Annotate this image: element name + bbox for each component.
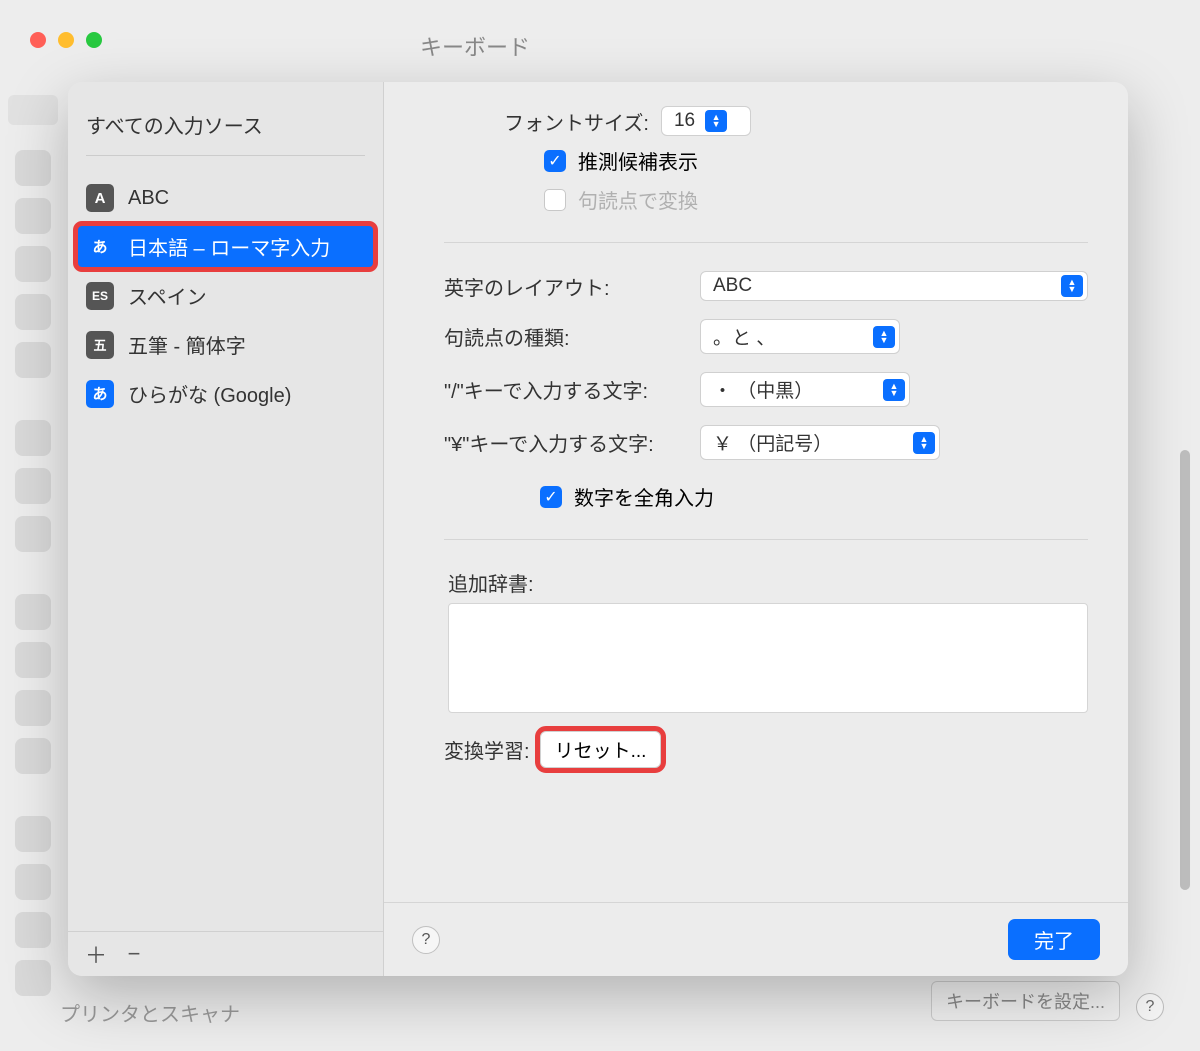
bg-search-field[interactable] [8, 95, 58, 125]
chevron-updown-icon: ▲▼ [705, 110, 727, 132]
separator [444, 242, 1088, 243]
fullwidth-num-row: ✓ 数字を全角入力 [540, 482, 1088, 511]
bg-keyboard-setup-button[interactable]: キーボードを設定... [931, 981, 1120, 1021]
close-window-icon[interactable] [30, 32, 46, 48]
remove-source-button[interactable]: − [118, 940, 150, 968]
predict-checkbox[interactable]: ✓ [544, 150, 566, 172]
source-icon-es: ES [86, 282, 114, 310]
bg-pref-icon[interactable] [15, 342, 51, 378]
source-item-spanish[interactable]: ES スペイン [76, 273, 375, 318]
slash-key-value: ・ （中黒） [713, 376, 873, 403]
source-item-hiragana-google[interactable]: あ ひらがな (Google) [76, 371, 375, 416]
font-size-select[interactable]: 16 ▲▼ [661, 106, 751, 136]
bg-prefs-sidebar [8, 150, 58, 996]
font-size-label: フォントサイズ: [504, 107, 649, 136]
bg-pref-icon[interactable] [15, 864, 51, 900]
source-icon-hiragana: あ [86, 233, 114, 261]
source-item-abc[interactable]: A ABC [76, 176, 375, 220]
source-label: 五筆 - 簡体字 [128, 330, 246, 359]
bg-pref-icon[interactable] [15, 198, 51, 234]
bg-pref-icon[interactable] [15, 420, 51, 456]
chevron-updown-icon: ▲▼ [913, 432, 935, 454]
bg-pref-icon[interactable] [15, 960, 51, 996]
predict-label: 推測候補表示 [578, 146, 698, 175]
window-title: キーボード [420, 30, 530, 62]
source-label: ひらがな (Google) [128, 379, 291, 408]
bg-sidebar-label[interactable]: プリンタとスキャナ [60, 998, 240, 1027]
punct-type-value: 。と 、 [713, 323, 863, 350]
bg-pref-icon[interactable] [15, 468, 51, 504]
additional-dict-box[interactable] [448, 603, 1088, 713]
bg-pref-icon[interactable] [15, 294, 51, 330]
additional-dict-section: 追加辞書: [444, 568, 1088, 713]
source-label: 日本語 – ローマ字入力 [128, 232, 330, 261]
fullwidth-num-checkbox[interactable]: ✓ [540, 486, 562, 508]
modal-footer: ? 完了 [384, 902, 1128, 976]
bg-help-button[interactable]: ? [1136, 993, 1164, 1021]
bg-pref-icon[interactable] [15, 690, 51, 726]
learn-label: 変換学習: [444, 735, 530, 764]
modal-main: フォントサイズ: 16 ▲▼ ✓ 推測候補表示 句読点で変換 英字のレイアウト:… [384, 82, 1128, 976]
source-icon-hiragana: あ [86, 380, 114, 408]
layout-settings-grid: 英字のレイアウト: ABC ▲▼ 句読点の種類: 。と 、 ▲▼ "/"キーで入… [444, 271, 1088, 460]
source-icon-wubi: 五 [86, 331, 114, 359]
input-source-list: A ABC あ 日本語 – ローマ字入力 ES スペイン 五 五筆 - 簡体字 … [68, 176, 383, 420]
punct-convert-row: 句読点で変換 [544, 185, 1088, 214]
punct-convert-checkbox [544, 189, 566, 211]
punct-type-label: 句読点の種類: [444, 322, 684, 351]
chevron-updown-icon: ▲▼ [873, 326, 895, 348]
scrollbar-thumb[interactable] [1180, 450, 1190, 890]
source-item-wubi[interactable]: 五 五筆 - 簡体字 [76, 322, 375, 367]
modal-sidebar: すべての入力ソース A ABC あ 日本語 – ローマ字入力 ES スペイン 五… [68, 82, 384, 976]
bg-pref-icon[interactable] [15, 642, 51, 678]
bg-pref-icon[interactable] [15, 816, 51, 852]
yen-key-select[interactable]: ￥ （円記号） ▲▼ [700, 425, 940, 460]
sidebar-footer: ＋ − [68, 931, 383, 976]
source-label: スペイン [128, 281, 207, 310]
punct-convert-label: 句読点で変換 [578, 185, 698, 214]
bg-pref-icon[interactable] [15, 516, 51, 552]
reset-learning-button[interactable]: リセット... [540, 731, 662, 768]
dict-label: 追加辞書: [448, 568, 1088, 597]
divider [86, 155, 365, 156]
bg-pref-icon[interactable] [15, 594, 51, 630]
yen-key-value: ￥ （円記号） [713, 429, 903, 456]
separator [444, 539, 1088, 540]
help-button[interactable]: ? [412, 926, 440, 954]
punct-type-select[interactable]: 。と 、 ▲▼ [700, 319, 900, 354]
source-item-japanese-romaji[interactable]: あ 日本語 – ローマ字入力 [76, 224, 375, 269]
font-size-value: 16 [674, 110, 695, 132]
traffic-lights [30, 32, 102, 48]
bg-pref-icon[interactable] [15, 150, 51, 186]
predict-row: ✓ 推測候補表示 [544, 146, 1088, 175]
done-button[interactable]: 完了 [1008, 919, 1100, 960]
chevron-updown-icon: ▲▼ [883, 379, 905, 401]
sidebar-header: すべての入力ソース [68, 82, 383, 155]
romaji-layout-value: ABC [713, 275, 1051, 297]
minimize-window-icon[interactable] [58, 32, 74, 48]
romaji-layout-label: 英字のレイアウト: [444, 272, 684, 301]
zoom-window-icon[interactable] [86, 32, 102, 48]
source-icon-a: A [86, 184, 114, 212]
source-label: ABC [128, 187, 169, 210]
bg-pref-icon[interactable] [15, 246, 51, 282]
chevron-updown-icon: ▲▼ [1061, 275, 1083, 297]
conversion-learn-row: 変換学習: リセット... [444, 731, 1088, 768]
romaji-layout-select[interactable]: ABC ▲▼ [700, 271, 1088, 301]
add-source-button[interactable]: ＋ [80, 940, 112, 968]
yen-key-label: "¥"キーで入力する文字: [444, 428, 684, 457]
slash-key-label: "/"キーで入力する文字: [444, 375, 684, 404]
bg-pref-icon[interactable] [15, 912, 51, 948]
slash-key-select[interactable]: ・ （中黒） ▲▼ [700, 372, 910, 407]
fullwidth-num-label: 数字を全角入力 [574, 482, 714, 511]
input-sources-modal: すべての入力ソース A ABC あ 日本語 – ローマ字入力 ES スペイン 五… [68, 82, 1128, 976]
font-size-row: フォントサイズ: 16 ▲▼ [504, 106, 1088, 136]
settings-scroll-area[interactable]: フォントサイズ: 16 ▲▼ ✓ 推測候補表示 句読点で変換 英字のレイアウト:… [384, 82, 1128, 902]
bg-pref-icon[interactable] [15, 738, 51, 774]
